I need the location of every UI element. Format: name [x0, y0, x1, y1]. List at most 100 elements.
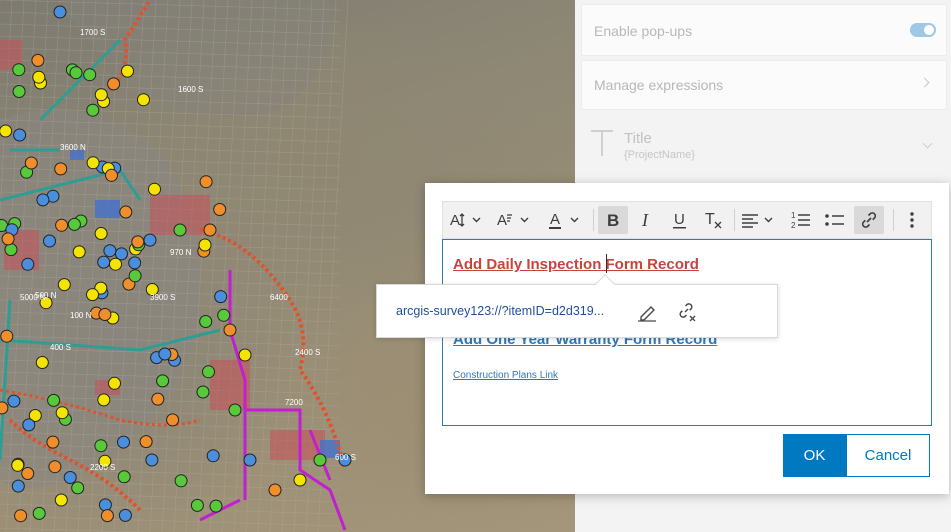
- map-point: [108, 376, 121, 390]
- map-point: [53, 5, 67, 19]
- svg-text:2: 2: [791, 221, 796, 230]
- map-point: [94, 227, 108, 240]
- map-point: [158, 347, 172, 361]
- map-point: [100, 509, 114, 523]
- map-point: [107, 77, 121, 91]
- map-point: [121, 64, 134, 78]
- project-area: [95, 200, 120, 218]
- street-label: 1700 S: [80, 28, 105, 37]
- italic-icon: I: [641, 210, 649, 230]
- enable-popups-toggle[interactable]: [910, 23, 936, 37]
- ok-button[interactable]: OK: [783, 434, 846, 477]
- map-point: [143, 233, 157, 247]
- link-button[interactable]: [854, 206, 884, 234]
- map-point: [268, 483, 282, 497]
- map-point: [21, 467, 35, 480]
- manage-expressions-row[interactable]: Manage expressions: [581, 60, 947, 110]
- bold-button[interactable]: B: [598, 206, 628, 234]
- pencil-icon: [638, 306, 656, 322]
- map-point: [148, 182, 161, 196]
- map-point: [94, 88, 108, 102]
- map-point: [24, 156, 38, 170]
- map-point: [190, 498, 204, 512]
- more-button[interactable]: [898, 206, 926, 234]
- cancel-button[interactable]: Cancel: [846, 434, 930, 477]
- map-point: [11, 458, 25, 472]
- heading-button[interactable]: A: [495, 206, 533, 234]
- numbered-list-button[interactable]: 1 2: [786, 206, 816, 234]
- edit-link-button[interactable]: [634, 299, 660, 325]
- map-point: [128, 269, 142, 283]
- map-point: [86, 103, 100, 117]
- underline-button[interactable]: U: [665, 206, 695, 234]
- map-point: [118, 508, 132, 522]
- map-point: [145, 453, 159, 467]
- title-element[interactable]: Title {ProjectName}: [581, 120, 947, 180]
- remove-format-button[interactable]: T: [699, 206, 729, 234]
- link-url[interactable]: arcgis-survey123://?itemID=d2d319...: [396, 304, 604, 318]
- map-point: [223, 323, 237, 337]
- construction-plans-link[interactable]: Construction Plans Link: [453, 370, 558, 381]
- bullet-list-icon: [825, 214, 844, 226]
- map-point: [139, 435, 153, 449]
- link-popover: arcgis-survey123://?itemID=d2d319...: [376, 274, 778, 338]
- map-point: [72, 245, 86, 259]
- map-point: [7, 394, 21, 408]
- map-point: [228, 403, 242, 417]
- map-point: [0, 124, 13, 138]
- map-point: [243, 453, 257, 467]
- map-point: [35, 356, 49, 369]
- street-label: 1600 S: [178, 85, 203, 94]
- map-point: [11, 479, 25, 493]
- font-size-button[interactable]: A: [449, 206, 485, 234]
- map-point: [55, 218, 69, 232]
- map-point: [131, 235, 145, 249]
- toolbar-separator: [734, 209, 735, 231]
- street-label: 7200: [285, 398, 303, 407]
- svg-text:T: T: [705, 211, 715, 228]
- toolbar-separator: [893, 209, 894, 231]
- bold-icon: B: [607, 211, 619, 230]
- map-point: [12, 63, 26, 77]
- map-point: [32, 506, 46, 520]
- map-point: [86, 288, 99, 302]
- heading-icon: A: [497, 212, 529, 229]
- map-point: [209, 499, 223, 513]
- street-label: 970 N: [170, 248, 192, 257]
- bullet-list-button[interactable]: [820, 206, 850, 234]
- daily-inspection-link[interactable]: Add Daily Inspection Form Record: [453, 256, 699, 273]
- map-point: [97, 393, 111, 407]
- chevron-down-icon: [922, 138, 933, 149]
- map-point: [86, 156, 100, 170]
- map-point: [22, 418, 36, 432]
- street-label: 400 S: [50, 343, 71, 352]
- map-point: [105, 168, 118, 182]
- map-point: [202, 365, 215, 379]
- svg-text:A: A: [550, 211, 560, 228]
- street-label: 3600 N: [60, 143, 86, 152]
- editor-toolbar: A A A B I U T 1 2: [442, 201, 932, 239]
- map-point: [199, 175, 213, 189]
- map-point: [174, 474, 188, 488]
- map-point: [83, 68, 97, 82]
- underline-icon: U: [673, 211, 686, 229]
- street-label: 2400 S: [295, 348, 320, 357]
- map-point: [213, 203, 227, 216]
- italic-button[interactable]: I: [631, 206, 661, 234]
- svg-text:A: A: [497, 212, 507, 229]
- map-point: [206, 449, 220, 463]
- street-line: [0, 515, 341, 527]
- map-point: [199, 315, 213, 328]
- map-point: [71, 481, 85, 495]
- street-label: 600 S: [335, 453, 356, 462]
- align-button[interactable]: [740, 206, 778, 234]
- map-point: [0, 329, 14, 343]
- enable-popups-row[interactable]: Enable pop-ups: [581, 4, 947, 56]
- map-point: [48, 460, 62, 474]
- map-point: [63, 471, 77, 484]
- unlink-button[interactable]: [674, 299, 700, 325]
- font-color-button[interactable]: A: [547, 206, 585, 234]
- map-point: [119, 205, 133, 219]
- map-point: [98, 498, 112, 512]
- svg-text:B: B: [607, 211, 619, 230]
